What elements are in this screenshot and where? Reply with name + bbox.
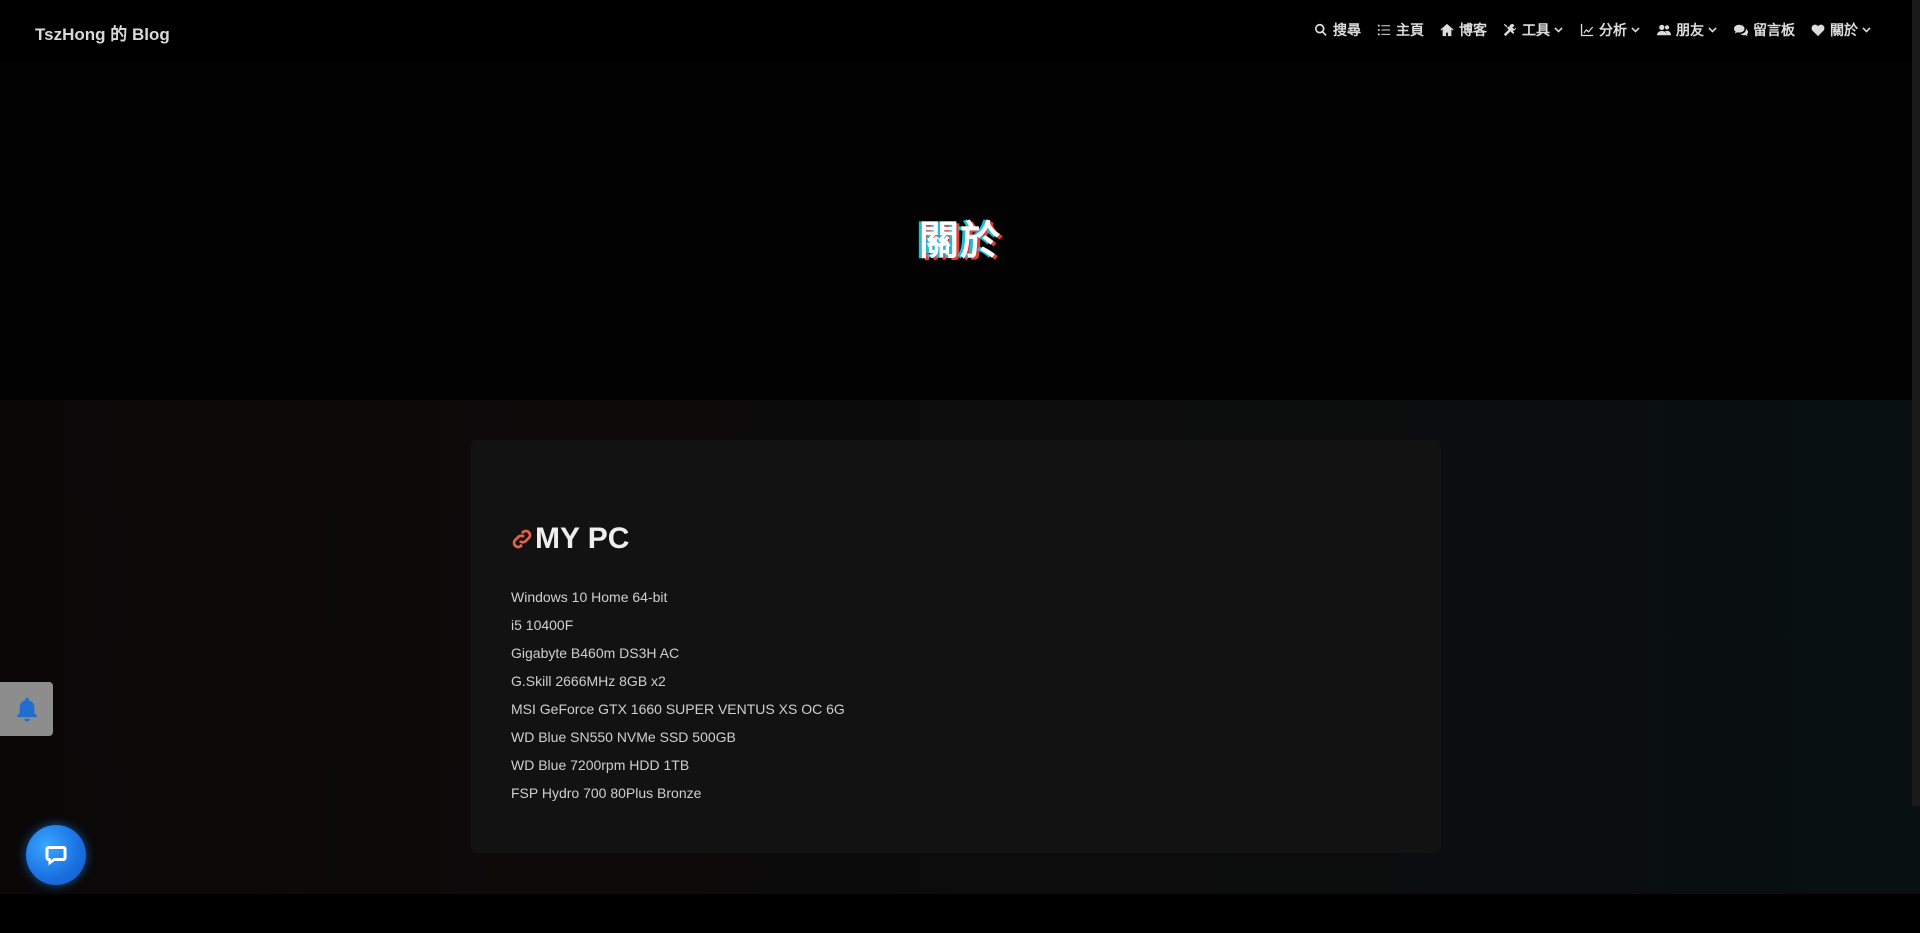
- nav-label: 留言板: [1753, 22, 1795, 38]
- nav-item-about[interactable]: 關於: [1811, 20, 1872, 40]
- notification-button[interactable]: [0, 682, 53, 736]
- tools-icon: [1503, 23, 1517, 37]
- list-item: Gigabyte B460m DS3H AC: [511, 645, 680, 661]
- page: TszHong 的 Blog 搜尋 主頁 博客 工具 分析 朋友 留言板 關於 …: [0, 0, 1920, 933]
- nav-label: 主頁: [1396, 22, 1424, 38]
- footer-strip: [0, 894, 1920, 933]
- about-card: MY PC Windows 10 Home 64-bit i5 10400F G…: [471, 440, 1441, 853]
- users-icon: [1657, 24, 1671, 36]
- nav-item-search[interactable]: 搜尋: [1314, 20, 1361, 40]
- list-icon: [1377, 24, 1391, 36]
- chevron-down-icon: [1631, 26, 1640, 33]
- section-heading: MY PC: [511, 522, 629, 556]
- hero-banner: 關於: [0, 62, 1920, 400]
- home-icon: [1440, 23, 1454, 37]
- list-item: WD Blue 7200rpm HDD 1TB: [511, 757, 690, 773]
- nav-label: 分析: [1599, 22, 1627, 38]
- nav-item-blog[interactable]: 博客: [1440, 20, 1487, 40]
- nav-label: 工具: [1522, 22, 1550, 38]
- page-scrollbar[interactable]: [1912, 0, 1920, 806]
- comments-icon: [1734, 24, 1748, 37]
- chat-icon: [45, 846, 67, 866]
- chat-button[interactable]: [26, 825, 86, 885]
- pc-spec-list: Windows 10 Home 64-bit i5 10400F Gigabyt…: [511, 583, 845, 807]
- nav-item-analytics[interactable]: 分析: [1580, 20, 1641, 40]
- heart-icon: [1811, 24, 1825, 37]
- list-item: i5 10400F: [511, 617, 574, 633]
- chevron-down-icon: [1708, 26, 1717, 33]
- nav-item-home[interactable]: 主頁: [1377, 20, 1424, 40]
- site-brand-link[interactable]: TszHong 的 Blog: [35, 20, 170, 45]
- list-item: Windows 10 Home 64-bit: [511, 589, 668, 605]
- section-heading-text: MY PC: [535, 522, 630, 555]
- nav-label: 搜尋: [1333, 22, 1361, 38]
- nav-label: 關於: [1830, 22, 1858, 38]
- chart-icon: [1580, 23, 1594, 37]
- list-item: MSI GeForce GTX 1660 SUPER VENTUS XS OC …: [511, 701, 845, 717]
- bell-icon: [16, 697, 37, 722]
- nav-item-guestbook[interactable]: 留言板: [1734, 20, 1795, 40]
- chevron-down-icon: [1862, 26, 1871, 33]
- nav-label: 博客: [1459, 22, 1487, 38]
- page-title: 關於: [919, 219, 1001, 263]
- list-item: WD Blue SN550 NVMe SSD 500GB: [511, 729, 736, 745]
- list-item: G.Skill 2666MHz 8GB x2: [511, 673, 666, 689]
- site-header: TszHong 的 Blog 搜尋 主頁 博客 工具 分析 朋友 留言板 關於: [0, 0, 1920, 62]
- link-icon[interactable]: [511, 528, 533, 550]
- nav-item-friends[interactable]: 朋友: [1657, 20, 1718, 40]
- nav-item-tools[interactable]: 工具: [1503, 20, 1564, 40]
- list-item: FSP Hydro 700 80Plus Bronze: [511, 785, 702, 801]
- chevron-down-icon: [1554, 26, 1563, 33]
- main-nav: 搜尋 主頁 博客 工具 分析 朋友 留言板 關於: [1298, 20, 1872, 40]
- nav-label: 朋友: [1676, 22, 1704, 38]
- search-icon: [1315, 23, 1327, 36]
